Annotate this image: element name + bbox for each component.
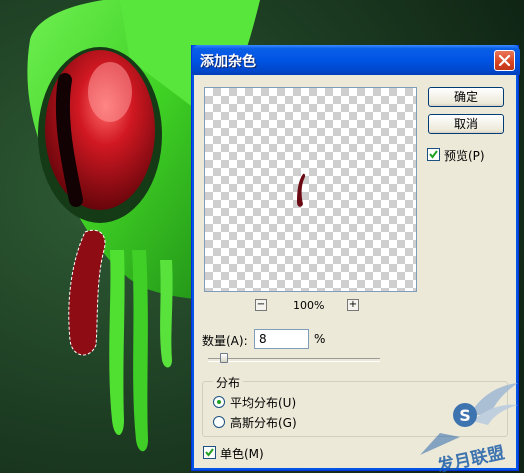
uniform-radio[interactable] <box>213 396 225 408</box>
radio-selected-dot <box>217 400 221 404</box>
checkmark-icon <box>429 150 438 159</box>
gaussian-label: 高斯分布(G) <box>230 416 297 430</box>
close-button[interactable] <box>494 50 515 71</box>
title-bar[interactable]: 添加杂色 <box>192 45 520 75</box>
distribution-label: 分布 <box>213 374 244 391</box>
preview-blood-drip <box>297 173 306 207</box>
monochrome-checkbox[interactable] <box>203 446 216 459</box>
uniform-label: 平均分布(U) <box>230 396 297 410</box>
preview-label: 预览(P) <box>444 149 485 163</box>
dialog-title: 添加杂色 <box>200 54 256 70</box>
zoom-in-icon: + <box>348 299 358 310</box>
zoom-out-icon: − <box>256 299 266 310</box>
checkmark-icon <box>205 448 214 457</box>
site-watermark-logo: S 发月联盟 <box>420 383 518 473</box>
amount-unit: % <box>314 332 326 346</box>
zoom-level: 100% <box>293 299 325 312</box>
watermark-text: 发月联盟 <box>435 442 507 473</box>
svg-text:S: S <box>459 406 471 425</box>
zoom-out-button[interactable]: − <box>255 299 267 311</box>
preview-checkbox[interactable] <box>427 148 440 161</box>
amount-slider-thumb[interactable] <box>220 353 228 363</box>
zoom-in-button[interactable]: + <box>347 299 359 311</box>
cancel-button[interactable]: 取消 <box>428 114 504 134</box>
ok-button[interactable]: 确定 <box>428 87 504 107</box>
amount-label: 数量(A): <box>202 334 248 348</box>
gaussian-radio[interactable] <box>213 416 225 428</box>
amount-input[interactable] <box>254 329 309 349</box>
preview-canvas[interactable] <box>204 87 417 292</box>
amount-slider-track[interactable] <box>208 358 380 362</box>
close-icon <box>498 54 511 67</box>
monochrome-label: 单色(M) <box>220 447 264 461</box>
